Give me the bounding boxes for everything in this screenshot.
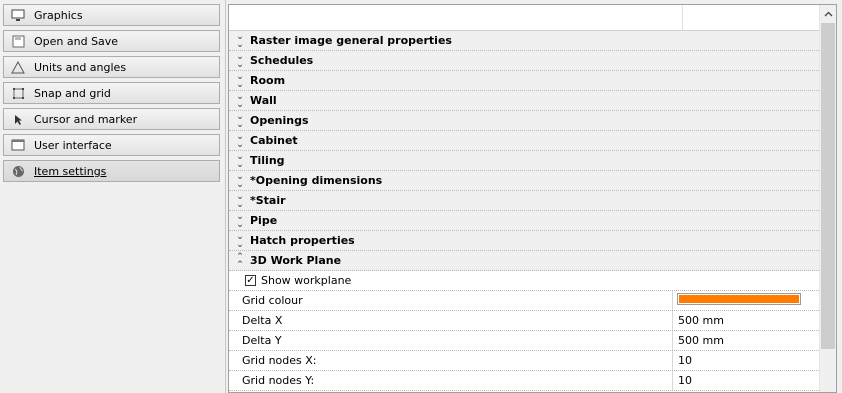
- chevron-double-down-icon: ⌄ ⌄: [236, 51, 244, 70]
- chevron-double-down-icon: ⌄ ⌄: [236, 171, 244, 190]
- category-raster-image[interactable]: ⌄ ⌄ Raster image general properties: [229, 31, 819, 51]
- grid-colour-value[interactable]: [673, 291, 819, 310]
- category-label: Tiling: [250, 154, 285, 167]
- cursor-icon: [11, 112, 25, 126]
- property-grid-header: [229, 5, 819, 31]
- category-pipe[interactable]: ⌄ ⌄ Pipe: [229, 211, 819, 231]
- category-label: Pipe: [250, 214, 278, 227]
- category-label: Hatch properties: [250, 234, 355, 247]
- scroll-up-arrow-icon[interactable]: [820, 5, 836, 22]
- sidebar-item-label: Open and Save: [34, 34, 119, 48]
- vertical-scrollbar[interactable]: [819, 5, 836, 392]
- category-label: Openings: [250, 114, 309, 127]
- category-label: *Opening dimensions: [250, 174, 383, 187]
- delta-y-value[interactable]: 500 mm: [673, 331, 819, 350]
- property-grid: ⌄ ⌄ Raster image general properties ⌄ ⌄ Sc…: [228, 4, 837, 393]
- category-label: Room: [250, 74, 286, 87]
- show-workplane-row: ✓ Show workplane: [229, 271, 819, 291]
- category-label: Schedules: [250, 54, 314, 67]
- chevron-double-down-icon: ⌄ ⌄: [236, 231, 244, 250]
- category-label: *Stair: [250, 194, 286, 207]
- grid-colour-swatch[interactable]: [677, 293, 801, 305]
- category-label: 3D Work Plane: [250, 254, 342, 267]
- category-label: Raster image general properties: [250, 34, 452, 47]
- chevron-double-down-icon: ⌄ ⌄: [236, 111, 244, 130]
- window-icon: [11, 138, 25, 152]
- grid-nodes-x-value[interactable]: 10: [673, 351, 819, 370]
- property-rows: ⌄ ⌄ Raster image general properties ⌄ ⌄ Sc…: [229, 31, 819, 391]
- chevron-double-down-icon: ⌄ ⌄: [236, 191, 244, 210]
- sidebar-item-label: Graphics: [34, 8, 83, 22]
- category-label: Wall: [250, 94, 277, 107]
- property-row-grid-nodes-y: Grid nodes Y: 10: [229, 371, 819, 391]
- sidebar-item-cursor-and-marker[interactable]: Cursor and marker: [3, 108, 220, 130]
- chevron-double-down-icon: ⌄ ⌄: [236, 131, 244, 150]
- chevron-double-down-icon: ⌄ ⌄: [236, 91, 244, 110]
- column-separator[interactable]: [682, 5, 683, 30]
- snap-grid-icon: [11, 86, 25, 100]
- settings-sidebar: Graphics Open and Save Units and angles …: [0, 0, 222, 393]
- sidebar-item-graphics[interactable]: Graphics: [3, 4, 220, 26]
- show-workplane-checkbox[interactable]: ✓: [245, 275, 256, 286]
- panel-divider: [225, 0, 226, 393]
- category-openings[interactable]: ⌄ ⌄ Openings: [229, 111, 819, 131]
- chevron-double-down-icon: ⌄ ⌄: [236, 211, 244, 230]
- property-row-delta-y: Delta Y 500 mm: [229, 331, 819, 351]
- sidebar-item-snap-and-grid[interactable]: Snap and grid: [3, 82, 220, 104]
- property-row-delta-x: Delta X 500 mm: [229, 311, 819, 331]
- sidebar-item-user-interface[interactable]: User interface: [3, 134, 220, 156]
- property-name: Delta X: [229, 311, 673, 330]
- sidebar-item-open-and-save[interactable]: Open and Save: [3, 30, 220, 52]
- grid-nodes-y-value[interactable]: 10: [673, 371, 819, 390]
- scrollbar-thumb[interactable]: [821, 23, 835, 349]
- property-name: Grid colour: [229, 291, 673, 310]
- category-stair[interactable]: ⌄ ⌄ *Stair: [229, 191, 819, 211]
- property-name: Grid nodes Y:: [229, 371, 673, 390]
- chevron-double-up-icon: ⌃ ⌃: [236, 251, 244, 270]
- sidebar-item-label: Snap and grid: [34, 86, 111, 100]
- category-cabinet[interactable]: ⌄ ⌄ Cabinet: [229, 131, 819, 151]
- sidebar-item-label: Units and angles: [34, 60, 127, 74]
- sidebar-item-label: User interface: [34, 138, 112, 152]
- sidebar-item-item-settings[interactable]: Item settings: [3, 160, 220, 182]
- sidebar-item-label: Cursor and marker: [34, 112, 138, 126]
- monitor-icon: [11, 8, 25, 22]
- category-3d-work-plane[interactable]: ⌃ ⌃ 3D Work Plane: [229, 251, 819, 271]
- property-row-grid-colour: Grid colour: [229, 291, 819, 311]
- delta-x-value[interactable]: 500 mm: [673, 311, 819, 330]
- floppy-disk-icon: [11, 34, 25, 48]
- category-opening-dimensions[interactable]: ⌄ ⌄ *Opening dimensions: [229, 171, 819, 191]
- category-room[interactable]: ⌄ ⌄ Room: [229, 71, 819, 91]
- sidebar-item-label: Item settings: [34, 164, 107, 178]
- category-wall[interactable]: ⌄ ⌄ Wall: [229, 91, 819, 111]
- chevron-double-down-icon: ⌄ ⌄: [236, 151, 244, 170]
- property-row-grid-nodes-x: Grid nodes X: 10: [229, 351, 819, 371]
- sidebar-item-units-and-angles[interactable]: Units and angles: [3, 56, 220, 78]
- category-schedules[interactable]: ⌄ ⌄ Schedules: [229, 51, 819, 71]
- globe-icon: [11, 164, 25, 178]
- show-workplane-label: Show workplane: [261, 274, 352, 287]
- property-name: Delta Y: [229, 331, 673, 350]
- angle-icon: [11, 60, 25, 74]
- category-tiling[interactable]: ⌄ ⌄ Tiling: [229, 151, 819, 171]
- property-name: Grid nodes X:: [229, 351, 673, 370]
- category-hatch-properties[interactable]: ⌄ ⌄ Hatch properties: [229, 231, 819, 251]
- grid-colour-fill: [679, 295, 799, 303]
- chevron-double-down-icon: ⌄ ⌄: [236, 71, 244, 90]
- chevron-double-down-icon: ⌄ ⌄: [236, 31, 244, 50]
- category-label: Cabinet: [250, 134, 298, 147]
